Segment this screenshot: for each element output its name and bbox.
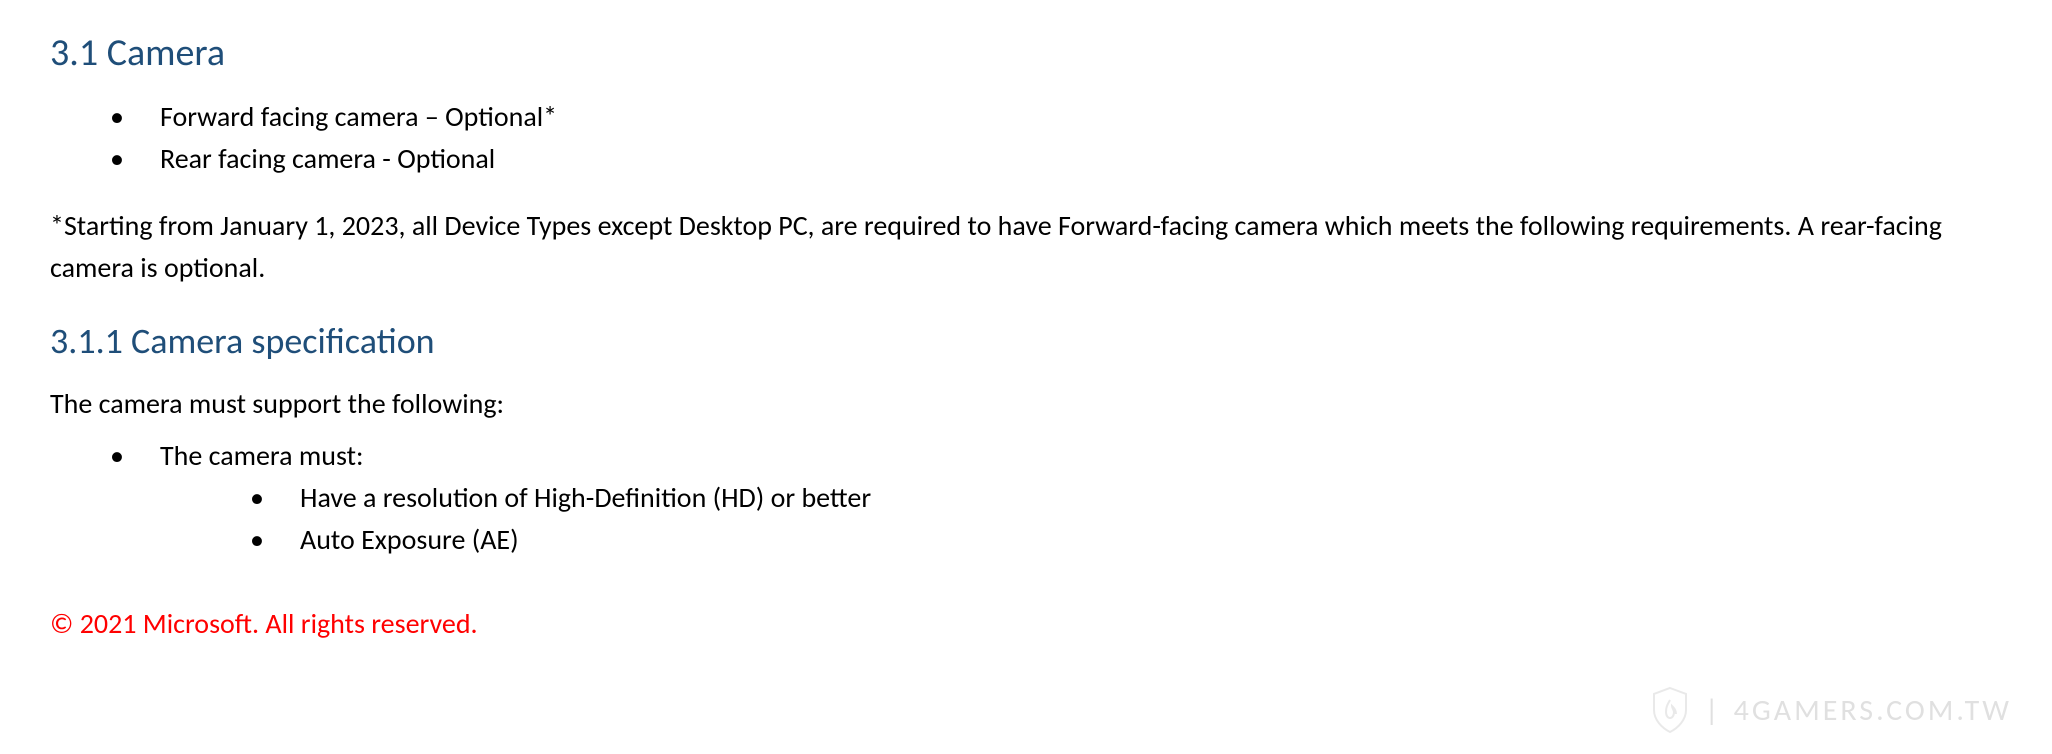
copyright-text: © 2021 Microsoft. All rights reserved.	[50, 606, 2002, 641]
watermark: | 4GAMERS.COM.TW	[1650, 686, 2012, 734]
section-heading-camera: 3.1 Camera	[50, 30, 2002, 76]
spec-list: The camera must: Have a resolution of Hi…	[110, 435, 2002, 561]
camera-options-list: Forward facing camera – Optional* Rear f…	[110, 96, 2002, 180]
list-item: The camera must: Have a resolution of Hi…	[110, 435, 2002, 561]
list-item: Rear facing camera - Optional	[110, 138, 2002, 180]
camera-note: *Starting from January 1, 2023, all Devi…	[50, 205, 2002, 289]
list-item: Have a resolution of High-Definition (HD…	[250, 477, 2002, 519]
spec-nested-list: Have a resolution of High-Definition (HD…	[250, 477, 2002, 561]
list-item: Forward facing camera – Optional*	[110, 96, 2002, 138]
section-heading-camera-spec: 3.1.1 Camera specification	[50, 319, 2002, 363]
list-item: Auto Exposure (AE)	[250, 519, 2002, 561]
watermark-text: 4GAMERS.COM.TW	[1734, 692, 2012, 729]
spec-intro: The camera must support the following:	[50, 383, 2002, 425]
shield-flame-icon	[1650, 686, 1690, 734]
list-item-text: The camera must:	[160, 438, 363, 473]
watermark-divider: |	[1705, 692, 1719, 729]
